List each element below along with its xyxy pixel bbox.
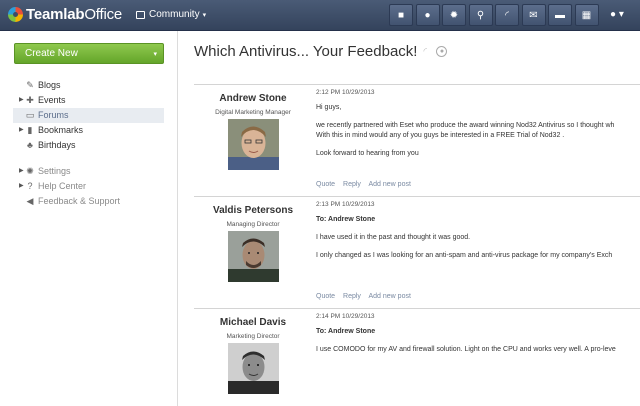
avatar[interactable] — [228, 231, 279, 282]
reply-link[interactable]: Reply — [343, 293, 361, 300]
post-text: Hi guys, — [316, 104, 342, 111]
post-recipient: To: Andrew Stone — [316, 216, 376, 223]
sidebar-item-feedback[interactable]: ◀ Feedback & Support — [0, 194, 178, 209]
help-icon: ? — [27, 181, 33, 191]
logo-text: TeamlabOffice — [26, 6, 123, 23]
sidebar-item-bookmarks[interactable]: ▶ ▮ Bookmarks — [0, 123, 178, 138]
create-new-label: Create New — [25, 48, 78, 59]
events-icon: ✚ — [26, 95, 34, 105]
blog-icon: ✎ — [26, 80, 34, 90]
avatar[interactable] — [228, 119, 279, 170]
post-actions: Quote Reply Add new post — [316, 181, 417, 188]
search-icon[interactable]: ⚲ — [468, 4, 493, 26]
chevron-down-icon: ▾ — [153, 51, 157, 58]
post-body: 2:14 PM 10/29/2013 To: Andrew Stone I us… — [316, 313, 640, 363]
sidebar-item-label: Bookmarks — [38, 125, 84, 135]
sidebar: Create New ▾ ✎ Blogs ▶ ✚ Events ▭ Forums… — [0, 31, 178, 406]
user-icon: ● — [610, 9, 617, 20]
forum-post: Andrew Stone Digital Marketing Manager 2… — [194, 84, 640, 194]
add-new-post-link[interactable]: Add new post — [369, 293, 411, 300]
logo-icon — [8, 7, 23, 22]
create-new-button[interactable]: Create New ▾ — [14, 43, 164, 64]
title-actions: ◜ ● — [423, 46, 448, 57]
sidebar-nav: ✎ Blogs ▶ ✚ Events ▭ Forums ▶ ▮ Bookmark… — [0, 78, 178, 209]
nav-gap — [0, 153, 178, 164]
globe-icon[interactable]: ● — [415, 4, 440, 26]
video-icon[interactable]: ■ — [389, 4, 413, 26]
post-date: 2:13 PM 10/29/2013 — [316, 201, 375, 208]
post-actions: Quote Reply Add new post — [316, 293, 417, 300]
post-body: 2:13 PM 10/29/2013 To: Andrew Stone I ha… — [316, 201, 640, 269]
quote-link[interactable]: Quote — [316, 181, 335, 188]
page-title: Which Antivirus... Your Feedback! ◜ ● — [194, 43, 448, 60]
sidebar-item-label: Settings — [38, 166, 71, 176]
sidebar-item-events[interactable]: ▶ ✚ Events — [0, 93, 178, 108]
sidebar-item-label: Events — [38, 95, 66, 105]
post-author: Andrew Stone Digital Marketing Manager — [194, 93, 312, 116]
user-menu[interactable]: ● ▾ — [610, 9, 624, 20]
author-role: Marketing Director — [226, 333, 280, 340]
post-author: Michael Davis Marketing Director — [194, 317, 312, 340]
chevron-down-icon: ▾ — [618, 9, 624, 20]
module-label: Community — [149, 9, 200, 20]
post-text: I only changed as I was looking for an a… — [316, 252, 613, 259]
author-name[interactable]: Andrew Stone — [194, 93, 312, 104]
feed-icon[interactable]: ◜ — [495, 4, 519, 26]
sidebar-item-help-center[interactable]: ▶ ? Help Center — [0, 179, 178, 194]
top-bar: TeamlabOffice Community ▾ ■ ● ✹ ⚲ ◜ ✉ ▬ … — [0, 0, 640, 31]
reply-link[interactable]: Reply — [343, 181, 361, 188]
sidebar-item-label: Feedback & Support — [38, 196, 121, 206]
sidebar-item-birthdays[interactable]: ♣ Birthdays — [0, 138, 178, 153]
bookmark-icon: ▮ — [27, 125, 33, 135]
app-logo[interactable]: TeamlabOffice — [8, 6, 122, 23]
subscribe-icon[interactable]: ● — [436, 46, 448, 57]
expand-icon[interactable]: ▶ — [19, 179, 24, 194]
forum-post: Valdis Petersons Managing Director 2:13 … — [194, 196, 640, 306]
chevron-down-icon: ▾ — [202, 11, 207, 19]
post-text: I have used it in the past and thought i… — [316, 234, 471, 241]
post-author: Valdis Petersons Managing Director — [194, 205, 312, 228]
post-date: 2:12 PM 10/29/2013 — [316, 89, 375, 96]
post-text: Look forward to hearing from you — [316, 150, 419, 157]
birthday-icon: ♣ — [27, 140, 33, 150]
settings-icon[interactable]: ✹ — [442, 4, 466, 26]
sidebar-item-label: Blogs — [38, 80, 61, 90]
sidebar-item-label: Birthdays — [38, 140, 76, 150]
add-new-post-link[interactable]: Add new post — [369, 181, 411, 188]
author-role: Managing Director — [226, 221, 280, 228]
expand-icon[interactable]: ▶ — [19, 123, 24, 138]
author-name[interactable]: Michael Davis — [194, 317, 312, 328]
chat-icon[interactable]: ▬ — [548, 4, 572, 26]
expand-icon[interactable]: ▶ — [19, 164, 24, 179]
post-text: I use COMODO for my AV and firewall solu… — [316, 346, 616, 353]
quote-link[interactable]: Quote — [316, 293, 335, 300]
author-role: Digital Marketing Manager — [215, 109, 291, 116]
author-name[interactable]: Valdis Petersons — [194, 205, 312, 216]
calendar-icon[interactable]: ▦ — [574, 4, 599, 26]
community-icon — [136, 10, 145, 19]
toolbar-icons: ■ ● ✹ ⚲ ◜ ✉ ▬ ▦ — [389, 4, 601, 26]
expand-icon[interactable]: ▶ — [19, 93, 24, 108]
sidebar-item-blogs[interactable]: ✎ Blogs — [0, 78, 178, 93]
post-text: With this in mind would any of you guys … — [316, 132, 565, 139]
sidebar-item-label: Help Center — [38, 181, 87, 191]
gear-icon: ✺ — [26, 166, 34, 176]
sidebar-item-label: Forums — [38, 110, 69, 120]
mail-icon[interactable]: ✉ — [521, 4, 546, 26]
forums-icon: ▭ — [25, 110, 35, 120]
rss-icon[interactable]: ◜ — [423, 46, 433, 56]
megaphone-icon: ◀ — [26, 196, 34, 206]
module-switcher[interactable]: Community ▾ — [136, 9, 206, 20]
sidebar-item-forums[interactable]: ▭ Forums — [13, 108, 164, 123]
post-text: we recently partnered with Eset who prod… — [316, 122, 615, 129]
forum-post: Michael Davis Marketing Director 2:14 PM… — [194, 308, 640, 406]
post-body: 2:12 PM 10/29/2013 Hi guys, we recently … — [316, 89, 640, 167]
topic-title: Which Antivirus... Your Feedback! — [194, 43, 418, 60]
post-recipient: To: Andrew Stone — [316, 328, 376, 335]
sidebar-item-settings[interactable]: ▶ ✺ Settings — [0, 164, 178, 179]
avatar[interactable] — [228, 343, 279, 394]
post-date: 2:14 PM 10/29/2013 — [316, 313, 375, 320]
